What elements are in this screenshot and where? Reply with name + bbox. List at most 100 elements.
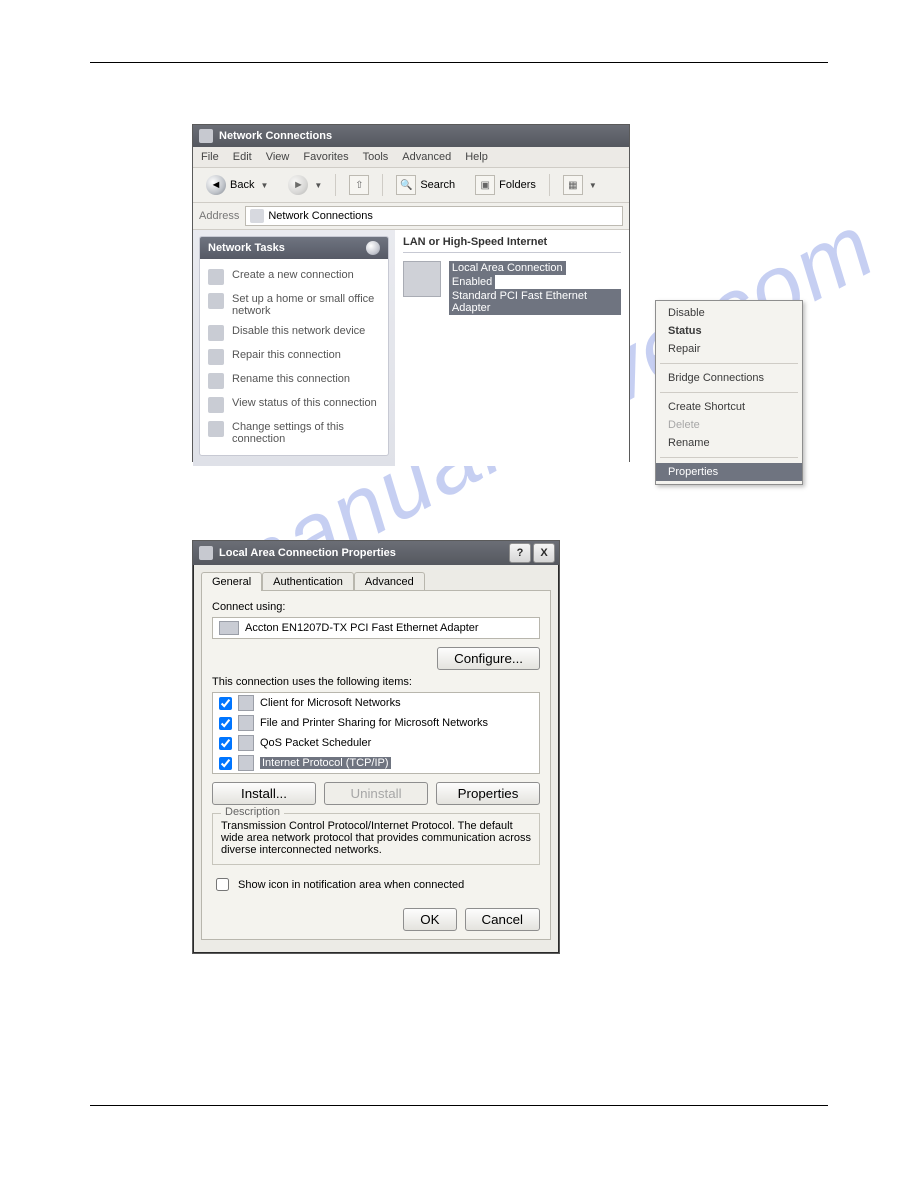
task-label: Change settings of this connection (232, 421, 380, 445)
task-setup-network[interactable]: Set up a home or small office network (208, 289, 380, 321)
folders-button[interactable]: ▣ Folders (468, 172, 543, 198)
views-button[interactable]: ▦ ▼ (556, 172, 604, 198)
collapse-icon[interactable] (366, 241, 380, 255)
separator (549, 174, 550, 196)
cancel-button[interactable]: Cancel (465, 908, 541, 931)
context-menu: Disable Status Repair Bridge Connections… (655, 300, 803, 485)
tab-advanced[interactable]: Advanced (354, 572, 425, 591)
context-delete: Delete (656, 416, 802, 434)
adapter-icon (219, 621, 239, 635)
chevron-down-icon: ▼ (314, 181, 322, 190)
menu-tools[interactable]: Tools (363, 151, 389, 163)
menu-favorites[interactable]: Favorites (303, 151, 348, 163)
connection-device: Standard PCI Fast Ethernet Adapter (449, 289, 621, 315)
task-repair-connection[interactable]: Repair this connection (208, 345, 380, 369)
item-icon (238, 735, 254, 751)
address-bar: Address Network Connections (193, 203, 629, 230)
forward-icon: ► (288, 175, 308, 195)
item-checkbox[interactable] (219, 737, 232, 750)
show-icon-row[interactable]: Show icon in notification area when conn… (212, 875, 540, 894)
properties-button[interactable]: Properties (436, 782, 540, 805)
task-label: Disable this network device (232, 325, 365, 341)
item-icon (238, 715, 254, 731)
menu-help[interactable]: Help (465, 151, 488, 163)
task-icon (208, 325, 224, 341)
menu-view[interactable]: View (266, 151, 290, 163)
network-tasks-panel: Network Tasks Create a new connection Se… (199, 236, 389, 456)
menu-edit[interactable]: Edit (233, 151, 252, 163)
item-icon (238, 755, 254, 771)
list-item[interactable]: QoS Packet Scheduler (213, 733, 539, 753)
forward-button[interactable]: ► ▼ (281, 172, 329, 198)
up-button[interactable]: ⇧ (342, 172, 376, 198)
task-view-status[interactable]: View status of this connection (208, 393, 380, 417)
tab-general[interactable]: General (201, 572, 262, 591)
task-label: Create a new connection (232, 269, 354, 285)
list-item[interactable]: Internet Protocol (TCP/IP) (213, 753, 539, 773)
context-properties[interactable]: Properties (656, 463, 802, 481)
items-list[interactable]: Client for Microsoft Networks File and P… (212, 692, 540, 774)
item-checkbox[interactable] (219, 697, 232, 710)
task-icon (208, 421, 224, 437)
context-rename[interactable]: Rename (656, 434, 802, 452)
description-text: Transmission Control Protocol/Internet P… (221, 820, 531, 856)
items-label: This connection uses the following items… (212, 676, 540, 688)
connection-name: Local Area Connection (449, 261, 566, 275)
window-icon (199, 546, 213, 560)
context-status[interactable]: Status (656, 322, 802, 340)
window-title: Network Connections (219, 130, 332, 142)
search-button[interactable]: 🔍 Search (389, 172, 462, 198)
close-button[interactable]: X (533, 543, 555, 563)
help-button[interactable]: ? (509, 543, 531, 563)
connection-item[interactable]: Local Area Connection Enabled Standard P… (403, 261, 621, 315)
task-change-settings[interactable]: Change settings of this connection (208, 417, 380, 449)
sidebar: Network Tasks Create a new connection Se… (193, 230, 395, 466)
context-repair[interactable]: Repair (656, 340, 802, 358)
separator (335, 174, 336, 196)
item-checkbox[interactable] (219, 757, 232, 770)
list-item[interactable]: File and Printer Sharing for Microsoft N… (213, 713, 539, 733)
chevron-down-icon: ▼ (589, 181, 597, 190)
chevron-down-icon: ▼ (260, 181, 268, 190)
task-icon (208, 293, 224, 309)
tab-strip: General Authentication Advanced (193, 565, 559, 590)
show-icon-label: Show icon in notification area when conn… (238, 879, 464, 891)
menu-advanced[interactable]: Advanced (402, 151, 451, 163)
task-create-connection[interactable]: Create a new connection (208, 265, 380, 289)
tab-authentication[interactable]: Authentication (262, 572, 354, 591)
menu-file[interactable]: File (201, 151, 219, 163)
task-icon (208, 349, 224, 365)
task-rename-connection[interactable]: Rename this connection (208, 369, 380, 393)
tab-page-general: Connect using: Accton EN1207D-TX PCI Fas… (201, 590, 551, 940)
configure-button[interactable]: Configure... (437, 647, 540, 670)
titlebar[interactable]: Local Area Connection Properties ? X (193, 541, 559, 565)
ok-button[interactable]: OK (403, 908, 456, 931)
section-heading: LAN or High-Speed Internet (403, 236, 621, 253)
folders-label: Folders (499, 179, 536, 191)
task-label: Set up a home or small office network (232, 293, 380, 317)
install-button[interactable]: Install... (212, 782, 316, 805)
network-icon (403, 261, 441, 297)
context-bridge[interactable]: Bridge Connections (656, 369, 802, 387)
back-button[interactable]: ◄ Back ▼ (199, 172, 275, 198)
back-icon: ◄ (206, 175, 226, 195)
titlebar[interactable]: Network Connections (193, 125, 629, 147)
adapter-field: Accton EN1207D-TX PCI Fast Ethernet Adap… (212, 617, 540, 639)
context-create-shortcut[interactable]: Create Shortcut (656, 398, 802, 416)
list-item[interactable]: Client for Microsoft Networks (213, 693, 539, 713)
panel-header[interactable]: Network Tasks (200, 237, 388, 259)
panel-title: Network Tasks (208, 242, 285, 254)
connect-using-label: Connect using: (212, 601, 540, 613)
address-field[interactable]: Network Connections (245, 206, 623, 226)
task-label: View status of this connection (232, 397, 377, 413)
task-disable-device[interactable]: Disable this network device (208, 321, 380, 345)
item-label: Client for Microsoft Networks (260, 697, 401, 709)
folders-icon: ▣ (475, 175, 495, 195)
task-icon (208, 397, 224, 413)
context-disable[interactable]: Disable (656, 304, 802, 322)
folder-up-icon: ⇧ (349, 175, 369, 195)
task-label: Rename this connection (232, 373, 350, 389)
item-checkbox[interactable] (219, 717, 232, 730)
show-icon-checkbox[interactable] (216, 878, 229, 891)
toolbar: ◄ Back ▼ ► ▼ ⇧ 🔍 Search ▣ Folders ▦ ▼ (193, 168, 629, 203)
